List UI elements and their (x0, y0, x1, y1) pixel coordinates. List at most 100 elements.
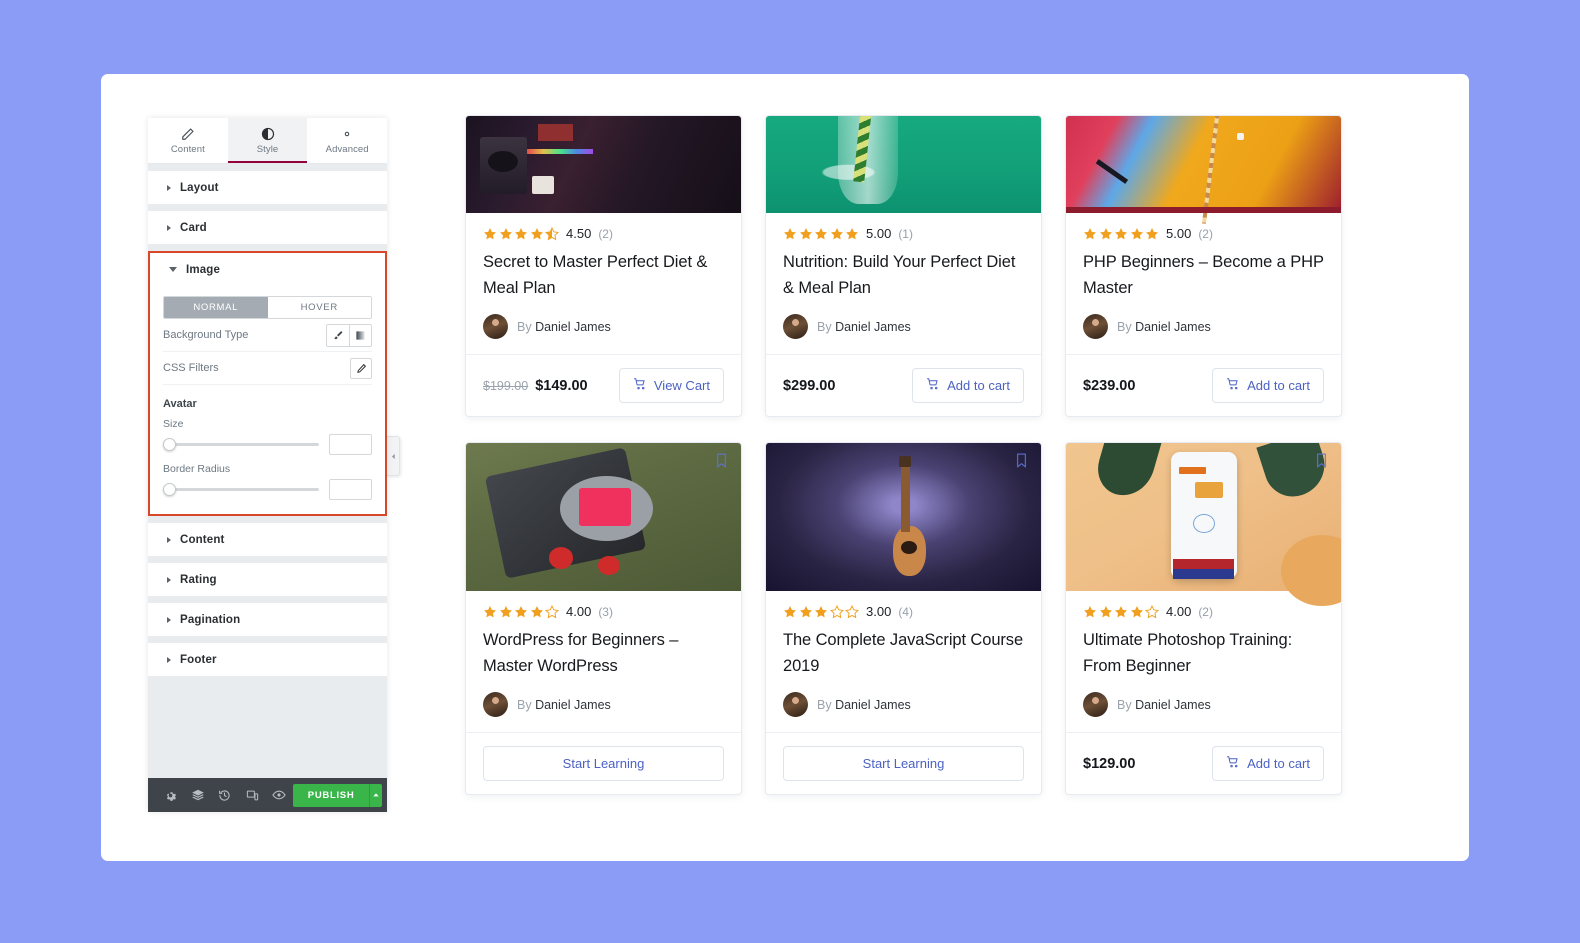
course-thumbnail[interactable] (766, 443, 1041, 592)
slider-track (163, 487, 319, 492)
pencil-icon (181, 127, 195, 141)
action-label: Start Learning (862, 756, 945, 772)
author-row: By Daniel James (1083, 314, 1324, 340)
chevron-down-icon (169, 267, 177, 272)
slider-thumb[interactable] (163, 438, 176, 451)
rating-row: 3.00 (4) (783, 604, 1024, 619)
field-css-filters: CSS Filters (163, 352, 372, 385)
history-icon[interactable] (211, 778, 238, 812)
section-footer[interactable]: Footer (148, 643, 387, 676)
settings-gear-icon[interactable] (157, 778, 184, 812)
course-card[interactable]: 4.00 (2) Ultimate Photoshop Training: From… (1065, 442, 1342, 796)
layers-icon[interactable] (184, 778, 211, 812)
course-title[interactable]: WordPress for Beginners – Master WordPre… (483, 628, 724, 679)
course-title[interactable]: PHP Beginners – Become a PHP Master (1083, 250, 1324, 301)
action-label: Add to cart (1247, 756, 1310, 772)
gradient-icon[interactable] (349, 324, 371, 346)
bookmark-icon[interactable] (1313, 452, 1330, 474)
star-rating (483, 226, 559, 241)
avatar-border-radius-slider[interactable] (163, 483, 319, 497)
bookmark-icon[interactable] (713, 452, 730, 474)
course-card[interactable]: 4.00 (3) WordPress for Beginners – Master … (465, 442, 742, 796)
current-price: $239.00 (1083, 377, 1136, 394)
card-body: 4.50 (2) Secret to Master Perfect Diet & M… (466, 213, 741, 354)
tab-advanced[interactable]: Advanced (307, 118, 388, 163)
card-footer: $239.00 Add to cart (1066, 354, 1341, 416)
author-by-label: By (1117, 697, 1136, 712)
card-footer: $129.00 Add to cart (1066, 732, 1341, 794)
section-card-label: Card (180, 221, 207, 234)
section-image[interactable]: Image (150, 253, 385, 286)
avatar (1083, 692, 1108, 718)
add-to-cart-button[interactable]: Add to cart (1212, 368, 1324, 404)
course-thumbnail[interactable] (766, 116, 1041, 213)
pencil-edit-icon[interactable] (350, 357, 372, 379)
section-card[interactable]: Card (148, 211, 387, 244)
section-content[interactable]: Content (148, 523, 387, 556)
rating-value: 3.00 (866, 604, 892, 620)
course-card[interactable]: 4.50 (2) Secret to Master Perfect Diet & M… (465, 115, 742, 418)
chevron-up-icon[interactable] (369, 783, 383, 807)
price-block: $199.00 $149.00 (483, 378, 588, 394)
section-divider (148, 676, 387, 683)
course-thumbnail[interactable] (466, 443, 741, 592)
course-card[interactable]: 5.00 (2) PHP Beginners – Become a PHP Mast… (1065, 115, 1342, 418)
chevron-right-icon (167, 224, 171, 231)
course-title[interactable]: Secret to Master Perfect Diet & Meal Pla… (483, 250, 724, 301)
course-title[interactable]: Nutrition: Build Your Perfect Diet & Mea… (783, 250, 1024, 301)
add-to-cart-button[interactable]: Add to cart (1212, 746, 1324, 782)
rating-row: 5.00 (1) (783, 226, 1024, 241)
elementor-editor-panel: Content Style Advanced Layout Card Image… (148, 118, 388, 812)
avatar (783, 692, 808, 718)
course-card[interactable]: 5.00 (1) Nutrition: Build Your Perfect Die… (765, 115, 1042, 418)
course-title[interactable]: Ultimate Photoshop Training: From Beginn… (1083, 628, 1324, 679)
background-type-options (326, 323, 372, 347)
tab-style[interactable]: Style (227, 118, 308, 163)
start-learning-button[interactable]: Start Learning (483, 746, 724, 782)
preview-eye-icon[interactable] (266, 778, 293, 812)
publish-button[interactable]: PUBLISH (292, 783, 370, 807)
star-rating (783, 604, 859, 619)
brush-icon[interactable] (327, 324, 349, 346)
course-thumbnail[interactable] (1066, 443, 1341, 606)
start-learning-button[interactable]: Start Learning (783, 746, 1024, 782)
avatar (483, 692, 508, 718)
chevron-right-icon (167, 656, 171, 663)
avatar-border-radius-input[interactable] (329, 479, 372, 500)
rating-count: (4) (898, 604, 913, 619)
rating-row: 5.00 (2) (1083, 226, 1324, 241)
bookmark-icon[interactable] (1013, 452, 1030, 474)
tab-content[interactable]: Content (148, 118, 228, 163)
state-tab-normal[interactable]: NORMAL (164, 297, 268, 318)
add-to-cart-button[interactable]: View Cart (618, 368, 724, 404)
original-price: $199.00 (483, 378, 529, 393)
action-label: View Cart (653, 378, 710, 394)
avatar-size-slider[interactable] (163, 438, 319, 452)
section-divider (148, 516, 387, 523)
course-title[interactable]: The Complete JavaScript Course 2019 (783, 628, 1024, 679)
rating-row: 4.00 (3) (483, 604, 724, 619)
avatar-size-control (163, 434, 372, 455)
panel-collapse-handle[interactable] (387, 436, 400, 476)
section-rating[interactable]: Rating (148, 563, 387, 596)
course-thumbnail[interactable] (1066, 116, 1341, 225)
author-row: By Daniel James (1083, 692, 1324, 718)
slider-thumb[interactable] (163, 483, 176, 496)
course-card[interactable]: 3.00 (4) The Complete JavaScript Course 20… (765, 442, 1042, 796)
rating-value: 4.50 (566, 226, 592, 241)
responsive-mode-icon[interactable] (238, 778, 265, 812)
state-tab-hover[interactable]: HOVER (267, 297, 371, 318)
avatar (483, 314, 508, 340)
course-thumbnail[interactable] (466, 116, 741, 213)
author-name: By Daniel James (517, 697, 611, 712)
author-row: By Daniel James (783, 314, 1024, 340)
author-by-label: By (517, 319, 536, 334)
author-by-label: By (517, 697, 536, 712)
avatar-size-input[interactable] (329, 434, 372, 455)
section-layout[interactable]: Layout (148, 171, 387, 204)
avatar-size-label: Size (163, 418, 184, 430)
section-divider (148, 636, 387, 643)
section-pagination[interactable]: Pagination (148, 603, 387, 636)
rating-value: 5.00 (866, 226, 892, 241)
add-to-cart-button[interactable]: Add to cart (912, 368, 1024, 404)
